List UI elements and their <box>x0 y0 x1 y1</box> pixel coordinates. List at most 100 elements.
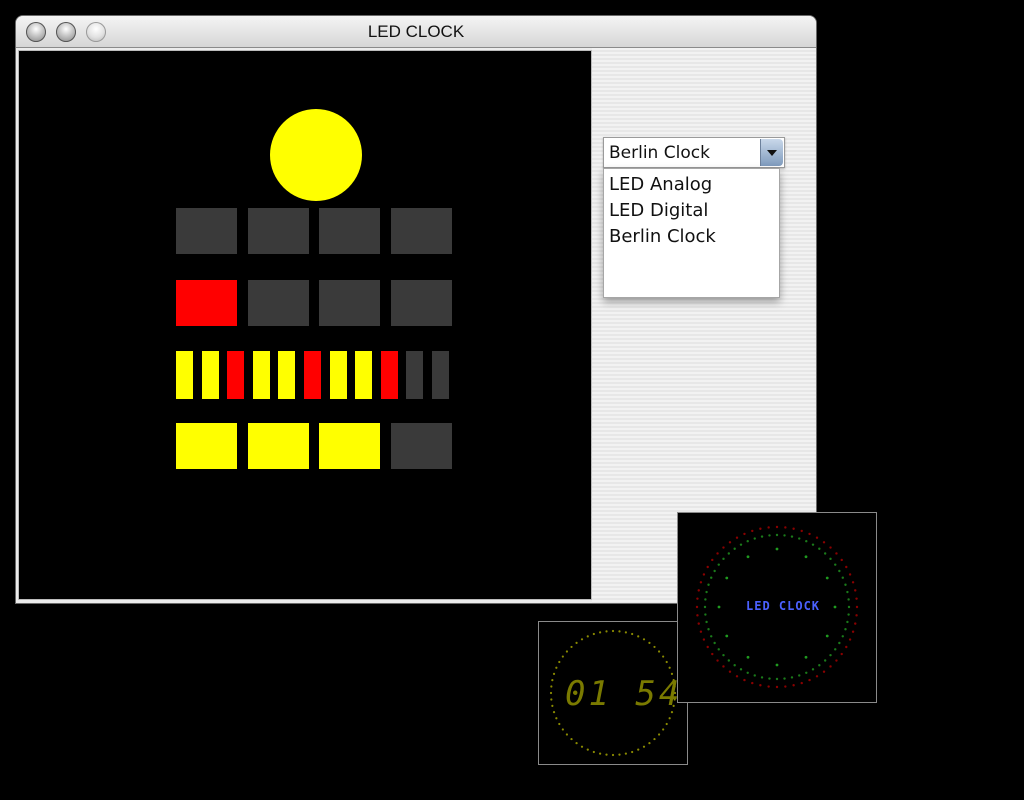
led-dot <box>558 660 561 664</box>
led-dot <box>592 632 595 636</box>
led-dot <box>713 641 716 645</box>
led-dot <box>835 659 838 662</box>
option-led-analog[interactable]: LED Analog <box>609 174 712 195</box>
led-dot <box>728 541 732 544</box>
led-dot <box>835 552 838 555</box>
led-dot <box>784 685 787 688</box>
led-dot <box>783 534 786 537</box>
five-minute-lamp <box>432 351 449 399</box>
five-minute-lamp <box>355 351 373 399</box>
led-dot <box>808 678 811 682</box>
led-dot <box>825 634 829 638</box>
led-dot <box>805 540 808 543</box>
led-dot <box>844 583 847 586</box>
analog-clock-label: LED CLOCK <box>746 599 821 613</box>
led-dot <box>725 634 729 638</box>
led-dot <box>735 536 739 539</box>
led-dot <box>746 555 750 559</box>
led-dot <box>735 675 739 678</box>
led-dot <box>695 605 699 609</box>
led-dot <box>716 659 719 662</box>
led-dot <box>717 648 720 651</box>
led-dot <box>702 573 706 576</box>
led-dot <box>704 613 707 616</box>
led-dot <box>653 737 656 741</box>
led-dot <box>717 605 721 609</box>
led-dot <box>792 684 795 687</box>
led-dot <box>716 552 719 555</box>
led-dot <box>707 628 710 631</box>
led-dot <box>631 632 634 636</box>
led-dot <box>657 650 661 653</box>
led-dot <box>775 685 779 689</box>
led-dot <box>550 685 553 688</box>
led-dot <box>704 598 707 601</box>
led-dot <box>611 629 615 633</box>
five-minute-lamp <box>252 351 270 399</box>
led-dot <box>743 678 746 682</box>
led-dot <box>665 722 668 726</box>
led-dot <box>847 605 851 609</box>
led-dot <box>800 529 803 533</box>
one-minute-lamp <box>391 423 452 469</box>
led-dot <box>855 614 858 617</box>
seconds-lamp <box>270 109 362 201</box>
clock-type-dropdown: LED Analog LED Digital Berlin Clock <box>603 168 780 298</box>
led-dot <box>739 543 743 546</box>
led-dot <box>648 641 651 644</box>
led-dot <box>768 534 771 537</box>
option-berlin-clock[interactable]: Berlin Clock <box>609 226 716 247</box>
led-dot <box>550 698 553 701</box>
led-dot <box>811 668 815 671</box>
led-dot <box>847 613 850 616</box>
led-dot <box>642 745 646 748</box>
led-dot <box>855 597 858 600</box>
led-dot <box>841 576 844 579</box>
led-dot <box>657 733 661 736</box>
led-dot <box>648 742 651 745</box>
led-dot <box>555 717 558 720</box>
led-dot <box>845 645 848 649</box>
led-dot <box>668 666 671 669</box>
five-minute-lamp <box>380 351 398 399</box>
led-dot <box>725 576 729 580</box>
digital-time: 01 54 <box>565 674 683 714</box>
led-dot <box>653 645 656 649</box>
clock-type-selected: Berlin Clock <box>609 143 710 163</box>
led-dot <box>618 753 621 756</box>
led-dot <box>665 660 668 664</box>
led-dot <box>605 630 608 633</box>
option-led-digital[interactable]: LED Digital <box>609 200 708 221</box>
led-dot <box>822 541 826 544</box>
digital-clock-preview[interactable]: 01 54 <box>538 621 688 765</box>
led-dot <box>668 717 671 720</box>
led-dot <box>840 558 843 562</box>
chevron-down-icon[interactable] <box>760 139 783 166</box>
analog-clock-preview[interactable]: LED CLOCK <box>677 512 877 703</box>
led-dot <box>854 589 857 592</box>
led-dot <box>599 631 602 634</box>
clock-type-select[interactable]: Berlin Clock <box>603 137 785 168</box>
led-dot <box>823 552 827 555</box>
led-dot <box>790 535 794 538</box>
led-dot <box>580 745 584 748</box>
title-bar[interactable]: LED CLOCK <box>16 16 816 48</box>
led-dot <box>575 641 578 644</box>
led-dot <box>592 750 595 754</box>
led-dot <box>823 659 827 662</box>
led-dot <box>746 540 749 543</box>
five-minute-lamp <box>176 351 193 399</box>
led-dot <box>549 691 553 695</box>
led-dot <box>733 664 736 667</box>
five-minute-lamp <box>304 351 321 399</box>
led-dot <box>811 543 815 546</box>
led-dot <box>713 569 716 573</box>
led-dot <box>854 622 857 625</box>
berlin-clock-canvas <box>18 50 592 600</box>
led-dot <box>727 659 731 662</box>
led-dot <box>829 665 832 668</box>
led-dot <box>733 547 736 550</box>
led-dot <box>759 684 762 687</box>
led-dot <box>552 711 556 714</box>
led-dot <box>855 605 859 609</box>
